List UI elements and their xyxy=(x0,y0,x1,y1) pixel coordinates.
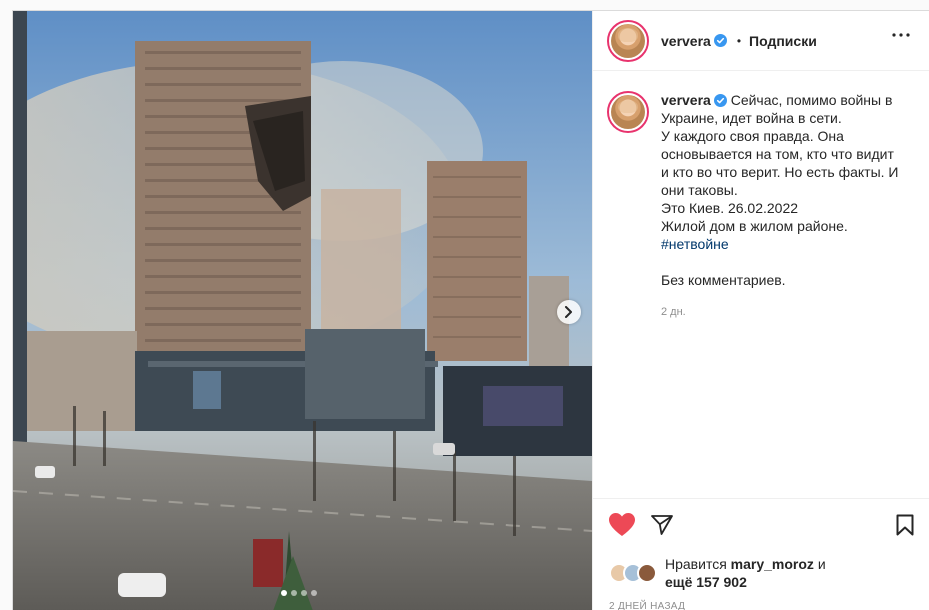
share-icon[interactable] xyxy=(651,515,673,535)
verified-badge-icon xyxy=(713,94,727,107)
post-side-panel: ververa • Подписки ververa Сейчас, помим… xyxy=(592,11,929,610)
carousel-dot xyxy=(311,590,317,596)
caption-line: они таковы. xyxy=(661,182,738,198)
likes-row: Нравится mary_moroz и ещё 157 902 xyxy=(609,555,914,591)
liker-avatars xyxy=(609,563,657,583)
carousel-dot xyxy=(281,590,287,596)
likes-and: и xyxy=(817,556,826,572)
action-icons-row xyxy=(609,513,914,537)
caption-line: основывается на том, кто что видит xyxy=(661,146,894,162)
following-button[interactable]: Подписки xyxy=(749,33,817,49)
verified-badge-icon xyxy=(713,34,727,47)
carousel-indicator xyxy=(281,590,317,596)
heart-icon[interactable] xyxy=(609,513,635,537)
post-dialog: ververa • Подписки ververa Сейчас, помим… xyxy=(12,10,929,610)
liker-avatar[interactable] xyxy=(637,563,657,583)
avatar-image xyxy=(611,95,645,129)
likes-summary: Нравится mary_moroz и ещё 157 902 xyxy=(665,555,826,591)
hashtag-link[interactable]: #нетвойне xyxy=(661,236,729,252)
avatar-image xyxy=(611,23,645,58)
caption-line: Жилой дом в жилом районе. xyxy=(661,218,848,234)
caption-line: и кто во что верит. Но есть факты. И xyxy=(661,164,899,180)
post-photo xyxy=(13,11,592,610)
more-options-icon[interactable] xyxy=(892,33,910,37)
carousel-dot xyxy=(291,590,297,596)
author-info: ververa • Подписки xyxy=(661,33,817,49)
caption-line: Сейчас, помимо войны в xyxy=(730,92,893,108)
next-photo-button[interactable] xyxy=(557,300,581,324)
likes-count-link[interactable]: ещё 157 902 xyxy=(665,574,747,590)
bookmark-icon[interactable] xyxy=(896,514,914,536)
carousel-dot xyxy=(301,590,307,596)
caption-closing: Без комментариев. xyxy=(661,272,786,288)
likes-prefix: Нравится xyxy=(665,556,727,572)
post-caption: ververa Сейчас, помимо войны в Украине, и… xyxy=(607,91,917,321)
post-header: ververa • Подписки xyxy=(593,11,929,71)
caption-line: Украине, идет война в сети. xyxy=(661,110,842,126)
author-avatar[interactable] xyxy=(607,19,649,62)
caption-line: Это Киев. 26.02.2022 xyxy=(661,200,799,216)
chevron-right-icon xyxy=(565,306,572,318)
caption-author-avatar[interactable] xyxy=(607,91,649,133)
caption-username[interactable]: ververa xyxy=(661,92,711,108)
caption-line: У каждого своя правда. Она xyxy=(661,128,844,144)
separator-bullet: • xyxy=(736,33,742,48)
caption-body: ververa Сейчас, помимо войны в Украине, и… xyxy=(661,91,899,321)
caption-text: ververa Сейчас, помимо войны в Украине, и… xyxy=(661,91,899,289)
liker-username[interactable]: mary_moroz xyxy=(731,556,814,572)
post-actions: Нравится mary_moroz и ещё 157 902 2 ДНЕЙ… xyxy=(593,498,929,610)
post-timestamp[interactable]: 2 ДНЕЙ НАЗАД xyxy=(609,601,914,610)
author-username[interactable]: ververa xyxy=(661,33,711,49)
caption-time: 2 дн. xyxy=(661,306,686,318)
post-photo-carousel[interactable] xyxy=(13,11,592,610)
